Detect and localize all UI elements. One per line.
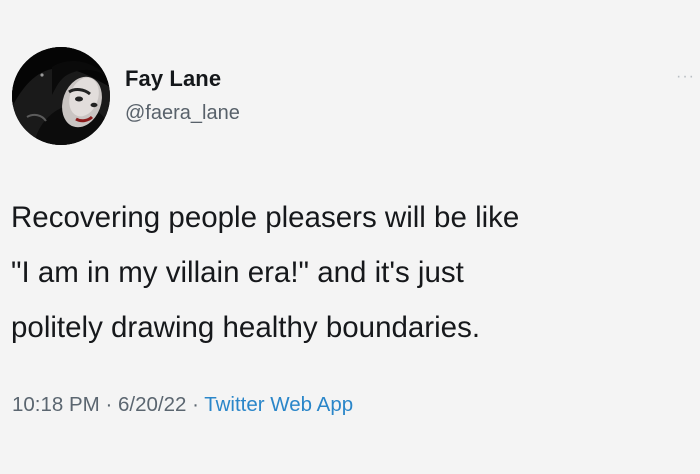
more-dots-icon[interactable]: ···	[676, 69, 695, 85]
tweet-text-line: politely drawing healthy boundaries.	[11, 311, 481, 344]
avatar[interactable]	[12, 47, 110, 145]
avatar-image	[12, 47, 110, 145]
tweet-metadata: 10:18 PM · 6/20/22 · Twitter Web App	[12, 393, 353, 417]
tweet-text-line: "I am in my villain era!" and it's just	[11, 256, 464, 289]
tweet-text-line: Recovering people pleasers will be like	[11, 201, 520, 234]
tweet-text: Recovering people pleasers will be like …	[11, 190, 691, 355]
meta-separator: ·	[186, 393, 205, 416]
tweet-card: Fay Lane @faera_lane ··· Recovering peop…	[0, 0, 700, 474]
tweet-date[interactable]: 6/20/22	[118, 393, 186, 416]
tweet-time[interactable]: 10:18 PM	[12, 393, 100, 416]
username-handle[interactable]: @faera_lane	[125, 102, 240, 125]
display-name[interactable]: Fay Lane	[125, 66, 221, 92]
tweet-source-link[interactable]: Twitter Web App	[204, 393, 353, 416]
meta-separator: ·	[99, 393, 118, 416]
